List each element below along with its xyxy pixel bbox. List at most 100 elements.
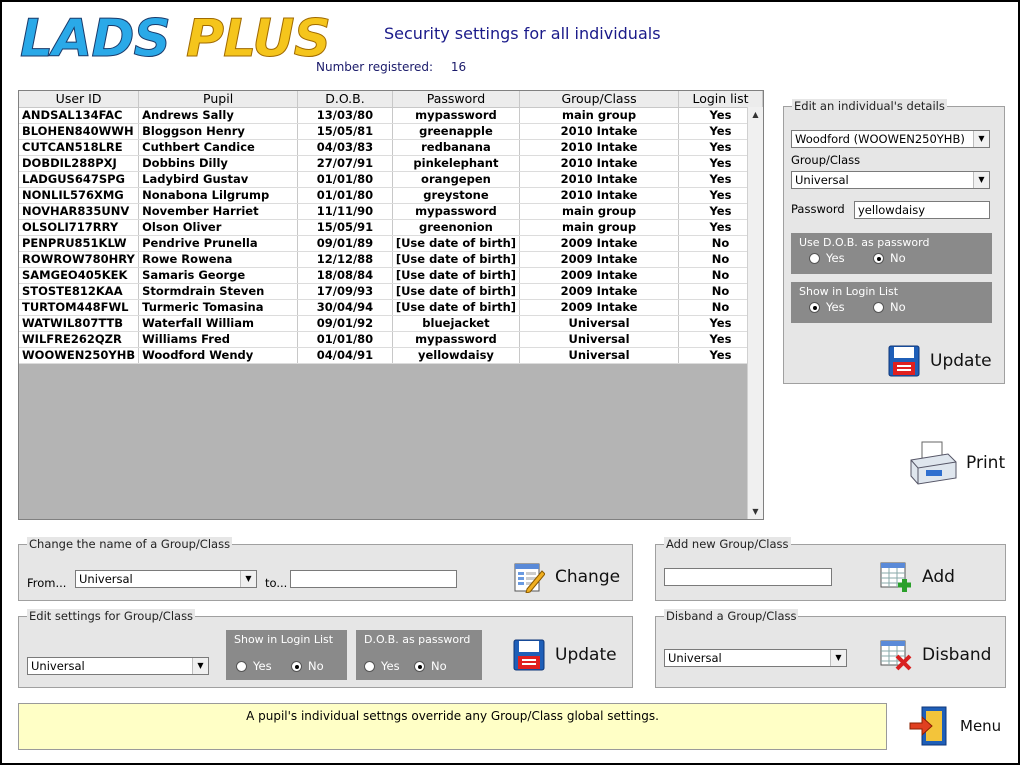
table-cell[interactable]: mypassword (392, 203, 521, 220)
table-cell[interactable]: Dobbins Dilly (138, 155, 299, 172)
table-row[interactable]: WOOWEN250YHB Woodford Wendy 04/04/91 yellow… (19, 347, 763, 364)
table-cell[interactable]: Woodford Wendy (138, 347, 299, 364)
radio-selected-icon[interactable] (873, 252, 884, 264)
table-cell[interactable]: 2010 Intake (519, 155, 679, 172)
table-cell[interactable]: OLSOLI717RRY (19, 219, 140, 236)
table-cell[interactable]: 2010 Intake (519, 139, 679, 156)
table-cell[interactable]: 2009 Intake (519, 283, 679, 300)
table-cell[interactable]: Olson Oliver (138, 219, 299, 236)
table-row[interactable]: ROWROW780HRY Rowe Rowena 12/12/88 [Use date… (19, 251, 763, 268)
table-cell[interactable]: WILFRE262QZR (19, 331, 140, 348)
disband-group-select[interactable]: Universal ▼ (664, 649, 847, 667)
table-cell[interactable]: NOVHAR835UNV (19, 203, 140, 220)
scroll-up-arrow-icon[interactable]: ▲ (748, 107, 763, 122)
individual-dob-yes-radio[interactable]: Yes (809, 251, 845, 265)
table-cell[interactable]: Waterfall William (138, 315, 299, 332)
table-cell[interactable]: 2010 Intake (519, 171, 679, 188)
table-cell[interactable]: LADGUS647SPG (19, 171, 140, 188)
radio-selected-icon[interactable] (291, 660, 302, 672)
table-cell[interactable]: Pendrive Prunella (138, 235, 299, 252)
table-cell[interactable]: 13/03/80 (297, 107, 393, 124)
table-cell[interactable]: 27/07/91 (297, 155, 393, 172)
table-cell[interactable]: 15/05/81 (297, 123, 393, 140)
table-cell[interactable]: STOSTE812KAA (19, 283, 140, 300)
update-group-button[interactable]: Update (513, 639, 617, 671)
table-cell[interactable]: DOBDIL288PXJ (19, 155, 140, 172)
chevron-down-icon[interactable]: ▼ (240, 571, 256, 587)
print-button[interactable]: Print (908, 440, 1005, 486)
individual-select[interactable]: Woodford (WOOWEN250YHB) ▼ (791, 130, 990, 148)
table-row[interactable]: SAMGEO405KEK Samaris George 18/08/84 [Use d… (19, 267, 763, 284)
table-cell[interactable]: Andrews Sally (138, 107, 299, 124)
table-row[interactable]: NOVHAR835UNV November Harriet 11/11/90 mypa… (19, 203, 763, 220)
disband-button[interactable]: Disband (880, 639, 991, 671)
table-cell[interactable]: [Use date of birth] (392, 299, 521, 316)
column-header[interactable]: User ID (19, 91, 140, 108)
column-header[interactable]: Group/Class (519, 91, 679, 108)
column-header[interactable]: Login list (678, 91, 763, 108)
table-cell[interactable]: 18/08/84 (297, 267, 393, 284)
pupil-grid[interactable]: User ID Pupil D.O.B. Password Group/Class Log… (18, 90, 764, 520)
table-row[interactable]: TURTOM448FWL Turmeric Tomasina 30/04/94 [Us… (19, 299, 763, 316)
table-cell[interactable]: [Use date of birth] (392, 235, 521, 252)
table-cell[interactable]: Universal (519, 331, 679, 348)
chevron-down-icon[interactable]: ▼ (973, 172, 989, 188)
table-row[interactable]: NONLIL576XMG Nonabona Lilgrump 01/01/80 gre… (19, 187, 763, 204)
table-cell[interactable]: WATWIL807TTB (19, 315, 140, 332)
edit-group-select[interactable]: Universal ▼ (27, 657, 209, 675)
table-cell[interactable]: Bloggson Henry (138, 123, 299, 140)
table-cell[interactable]: NONLIL576XMG (19, 187, 140, 204)
table-cell[interactable]: 09/01/89 (297, 235, 393, 252)
password-field[interactable]: yellowdaisy (854, 201, 990, 219)
table-cell[interactable]: pinkelephant (392, 155, 521, 172)
table-cell[interactable]: 2010 Intake (519, 187, 679, 204)
table-cell[interactable]: 2010 Intake (519, 123, 679, 140)
update-individual-button[interactable]: Update (888, 345, 992, 377)
add-group-input[interactable] (664, 568, 832, 586)
radio-selected-icon[interactable] (414, 660, 425, 672)
table-cell[interactable]: orangepen (392, 171, 521, 188)
table-row[interactable]: CUTCAN518LRE Cuthbert Candice 04/03/83 redb… (19, 139, 763, 156)
table-row[interactable]: WILFRE262QZR Williams Fred 01/01/80 mypassw… (19, 331, 763, 348)
table-cell[interactable]: 30/04/94 (297, 299, 393, 316)
table-cell[interactable]: [Use date of birth] (392, 283, 521, 300)
individual-group-select[interactable]: Universal ▼ (791, 171, 990, 189)
table-row[interactable]: OLSOLI717RRY Olson Oliver 15/05/91 greenoni… (19, 219, 763, 236)
table-cell[interactable]: 2009 Intake (519, 251, 679, 268)
table-cell[interactable]: main group (519, 107, 679, 124)
group-dob-no-radio[interactable]: No (414, 659, 447, 673)
change-from-select[interactable]: Universal ▼ (75, 570, 257, 588)
table-row[interactable]: PENPRU851KLW Pendrive Prunella 09/01/89 [Us… (19, 235, 763, 252)
table-cell[interactable]: Samaris George (138, 267, 299, 284)
table-cell[interactable]: redbanana (392, 139, 521, 156)
chevron-down-icon[interactable]: ▼ (973, 131, 989, 147)
table-cell[interactable]: Rowe Rowena (138, 251, 299, 268)
table-cell[interactable]: 12/12/88 (297, 251, 393, 268)
table-cell[interactable]: 15/05/91 (297, 219, 393, 236)
table-cell[interactable]: ROWROW780HRY (19, 251, 140, 268)
change-to-input[interactable] (290, 570, 457, 588)
table-cell[interactable]: 2009 Intake (519, 235, 679, 252)
table-cell[interactable]: mypassword (392, 331, 521, 348)
table-row[interactable]: DOBDIL288PXJ Dobbins Dilly 27/07/91 pinkele… (19, 155, 763, 172)
radio-icon[interactable] (873, 301, 884, 313)
table-cell[interactable]: [Use date of birth] (392, 267, 521, 284)
table-cell[interactable]: main group (519, 219, 679, 236)
table-cell[interactable]: Stormdrain Steven (138, 283, 299, 300)
individual-dob-no-radio[interactable]: No (873, 251, 906, 265)
table-cell[interactable]: greenapple (392, 123, 521, 140)
table-cell[interactable]: Universal (519, 347, 679, 364)
table-row[interactable]: ANDSAL134FAC Andrews Sally 13/03/80 mypassw… (19, 107, 763, 124)
table-cell[interactable]: 09/01/92 (297, 315, 393, 332)
table-row[interactable]: LADGUS647SPG Ladybird Gustav 01/01/80 orang… (19, 171, 763, 188)
table-cell[interactable]: 17/09/93 (297, 283, 393, 300)
table-cell[interactable]: 04/03/83 (297, 139, 393, 156)
table-cell[interactable]: BLOHEN840WWH (19, 123, 140, 140)
radio-icon[interactable] (236, 660, 247, 672)
radio-icon[interactable] (364, 660, 375, 672)
grid-scrollbar[interactable]: ▲ ▼ (747, 107, 763, 519)
table-cell[interactable]: 01/01/80 (297, 331, 393, 348)
table-cell[interactable]: 01/01/80 (297, 171, 393, 188)
table-cell[interactable]: ANDSAL134FAC (19, 107, 140, 124)
menu-button[interactable]: Menu (908, 705, 1001, 747)
